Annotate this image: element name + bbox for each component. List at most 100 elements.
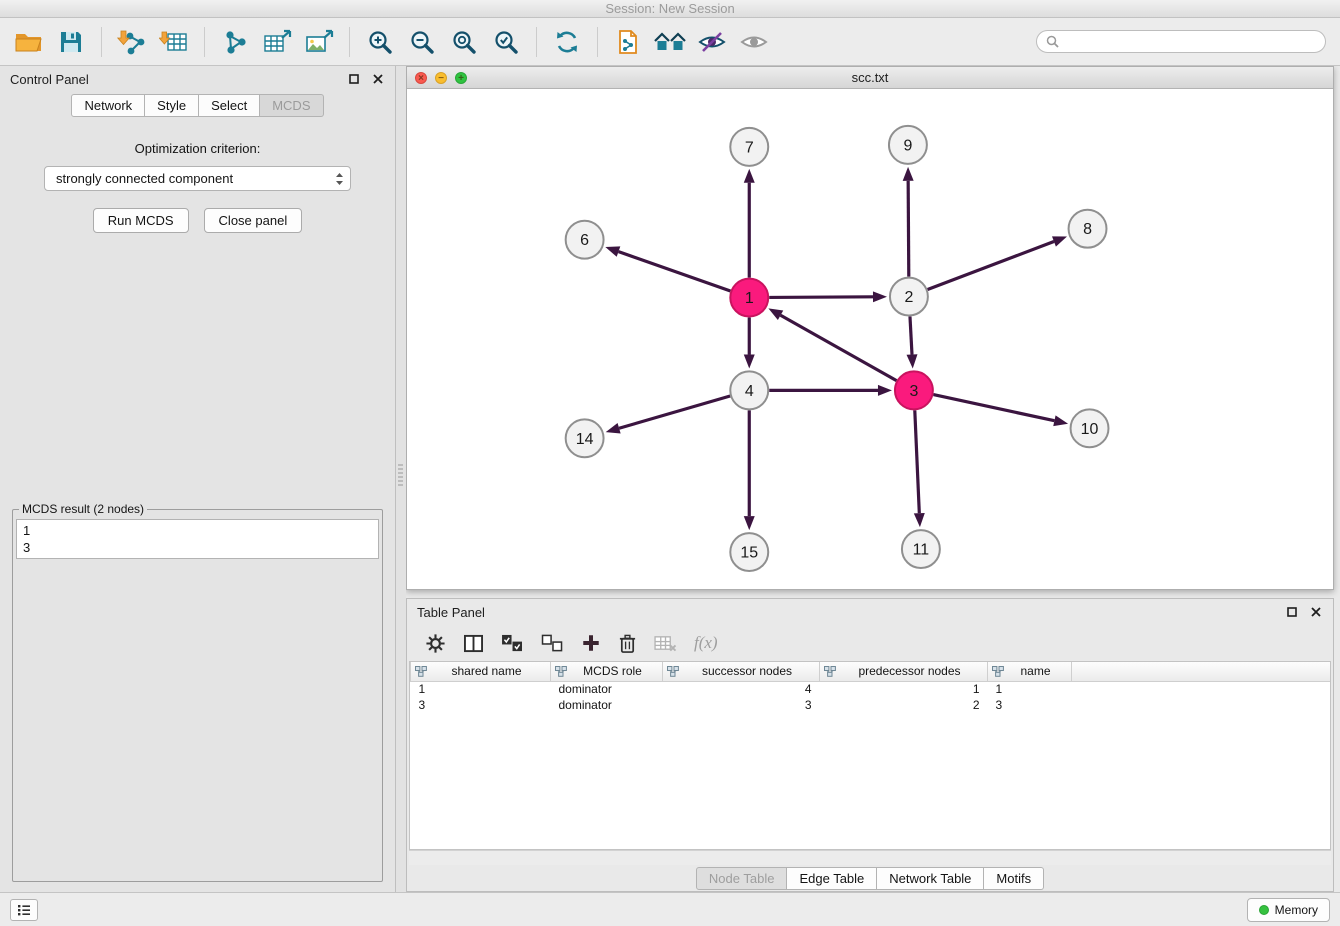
- node-label: 2: [904, 289, 913, 306]
- edge-2-9[interactable]: [908, 181, 909, 277]
- column-header-predecessor-nodes[interactable]: predecessor nodes: [820, 662, 988, 681]
- network-graph[interactable]: 7 9 6 8 1 2 4 3 14 10 15 11: [407, 89, 1333, 589]
- run-mcds-button[interactable]: Run MCDS: [93, 208, 189, 233]
- graph-node-11[interactable]: 11: [902, 530, 940, 568]
- edge-2-3[interactable]: [910, 317, 912, 355]
- memory-button[interactable]: Memory: [1247, 898, 1330, 922]
- panel-selector-button[interactable]: [10, 899, 38, 921]
- graph-node-3[interactable]: 3: [895, 371, 933, 409]
- table-cell[interactable]: 1: [820, 681, 988, 697]
- clear-selection-button[interactable]: [541, 634, 564, 653]
- checked-boxes-icon: [501, 634, 524, 653]
- table-cell[interactable]: 1: [988, 681, 1072, 697]
- show-graphics-button[interactable]: [735, 23, 773, 61]
- export-image-button[interactable]: [300, 23, 338, 61]
- column-header-shared-name[interactable]: shared name: [411, 662, 551, 681]
- graph-node-8[interactable]: 8: [1069, 210, 1107, 248]
- table-cell[interactable]: 3: [411, 697, 551, 713]
- table-panel: Table Panel: [406, 598, 1334, 892]
- table-cell[interactable]: 1: [411, 681, 551, 697]
- table-cell[interactable]: 3: [988, 697, 1072, 713]
- table-cell[interactable]: 3: [663, 697, 820, 713]
- show-columns-button[interactable]: [463, 634, 484, 653]
- column-header-label: name: [1004, 664, 1067, 678]
- table-cell[interactable]: 4: [663, 681, 820, 697]
- delete-columns-button[interactable]: [654, 634, 677, 653]
- zoom-selected-button[interactable]: [487, 23, 525, 61]
- close-panel-icon[interactable]: [371, 72, 385, 86]
- table-row[interactable]: 1dominator411: [411, 681, 1331, 697]
- create-network-view-button[interactable]: [609, 23, 647, 61]
- tab-motifs[interactable]: Motifs: [984, 867, 1044, 890]
- open-session-button[interactable]: [10, 23, 48, 61]
- minimize-window-icon[interactable]: −: [435, 72, 447, 84]
- table-horizontal-scrollbar[interactable]: [409, 850, 1331, 865]
- table-row[interactable]: 3dominator323: [411, 697, 1331, 713]
- graph-node-10[interactable]: 10: [1071, 409, 1109, 447]
- close-table-panel-icon[interactable]: [1309, 605, 1323, 619]
- vertical-splitter[interactable]: [396, 66, 406, 892]
- search-input[interactable]: [1064, 35, 1316, 49]
- memory-status-icon: [1259, 905, 1269, 915]
- save-session-button[interactable]: [52, 23, 90, 61]
- tab-style[interactable]: Style: [145, 94, 199, 117]
- import-table-icon: [159, 29, 189, 55]
- edge-1-6[interactable]: [619, 252, 731, 291]
- apply-layout-button[interactable]: [548, 23, 586, 61]
- delete-row-button[interactable]: [618, 633, 637, 654]
- zoom-out-button[interactable]: [403, 23, 441, 61]
- close-window-icon[interactable]: ×: [415, 72, 427, 84]
- column-settings-button[interactable]: [425, 633, 446, 654]
- graph-node-14[interactable]: 14: [566, 419, 604, 457]
- edge-3-10[interactable]: [933, 395, 1054, 421]
- tab-edge-table[interactable]: Edge Table: [787, 867, 877, 890]
- search-box[interactable]: [1036, 30, 1326, 53]
- tab-network[interactable]: Network: [71, 94, 145, 117]
- network-window-header[interactable]: scc.txt × − +: [407, 67, 1333, 89]
- graph-node-9[interactable]: 9: [889, 126, 927, 164]
- graph-node-6[interactable]: 6: [566, 221, 604, 259]
- zoom-window-icon[interactable]: +: [455, 72, 467, 84]
- column-header-successor-nodes[interactable]: successor nodes: [663, 662, 820, 681]
- hide-selected-button[interactable]: [693, 23, 731, 61]
- mcds-result-title: MCDS result (2 nodes): [19, 502, 147, 516]
- import-table-button[interactable]: [155, 23, 193, 61]
- graph-node-4[interactable]: 4: [730, 371, 768, 409]
- edge-4-14[interactable]: [619, 396, 730, 428]
- graph-node-2[interactable]: 2: [890, 278, 928, 316]
- edge-1-2[interactable]: [769, 297, 873, 298]
- table-cell[interactable]: dominator: [551, 697, 663, 713]
- column-header-name[interactable]: name: [988, 662, 1072, 681]
- edge-2-8[interactable]: [928, 241, 1054, 289]
- edge-3-1[interactable]: [781, 315, 897, 380]
- table-cell[interactable]: 2: [820, 697, 988, 713]
- mcds-result-list[interactable]: 13: [16, 519, 379, 559]
- show-all-button[interactable]: [651, 23, 689, 61]
- tab-network-table[interactable]: Network Table: [877, 867, 984, 890]
- table-cell[interactable]: dominator: [551, 681, 663, 697]
- optimization-select[interactable]: strongly connected component: [44, 166, 351, 191]
- column-header-MCDS-role[interactable]: MCDS role: [551, 662, 663, 681]
- horizontal-splitter[interactable]: [406, 590, 1334, 598]
- edge-3-11[interactable]: [915, 410, 920, 513]
- add-row-button[interactable]: [581, 633, 601, 653]
- function-builder-button[interactable]: f(x): [694, 633, 718, 653]
- float-table-panel-icon[interactable]: [1285, 605, 1299, 619]
- graph-node-15[interactable]: 15: [730, 533, 768, 571]
- float-panel-icon[interactable]: [347, 72, 361, 86]
- graph-node-7[interactable]: 7: [730, 128, 768, 166]
- export-table-button[interactable]: [258, 23, 296, 61]
- tab-select[interactable]: Select: [199, 94, 260, 117]
- network-view-window: scc.txt × − + 7 9 6 8 1 2 4 3 14 10 15 11: [406, 66, 1334, 590]
- zoom-fit-button[interactable]: [445, 23, 483, 61]
- tab-node-table[interactable]: Node Table: [696, 867, 788, 890]
- close-panel-button[interactable]: Close panel: [204, 208, 303, 233]
- select-all-button[interactable]: [501, 634, 524, 653]
- tab-mcds[interactable]: MCDS: [260, 94, 323, 117]
- graph-node-1[interactable]: 1: [730, 279, 768, 317]
- import-network-button[interactable]: [113, 23, 151, 61]
- network-canvas[interactable]: 7 9 6 8 1 2 4 3 14 10 15 11: [407, 89, 1333, 589]
- mcds-tab-content: Optimization criterion: strongly connect…: [0, 117, 395, 892]
- zoom-in-button[interactable]: [361, 23, 399, 61]
- new-network-button[interactable]: [216, 23, 254, 61]
